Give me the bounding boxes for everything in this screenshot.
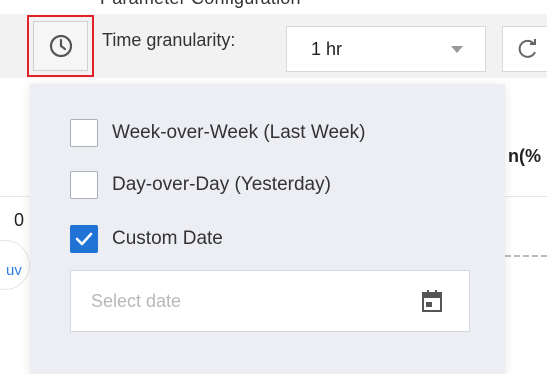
granularity-label: Time granularity: bbox=[102, 30, 236, 50]
checkmark-icon bbox=[75, 232, 93, 246]
option-day-over-day[interactable]: Day-over-Day (Yesterday) bbox=[70, 169, 331, 201]
option-week-over-week[interactable]: Week-over-Week (Last Week) bbox=[70, 117, 365, 149]
link-fragment[interactable]: uv bbox=[6, 262, 22, 279]
date-placeholder: Select date bbox=[91, 291, 182, 311]
checkbox-day-over-day[interactable] bbox=[70, 171, 98, 199]
refresh-icon bbox=[518, 39, 536, 58]
checkbox-week-over-week[interactable] bbox=[70, 119, 98, 147]
cell-value-fragment: 0 bbox=[14, 210, 25, 230]
granularity-select[interactable]: 1 hr bbox=[286, 26, 486, 72]
column-header-fragment: n(% bbox=[508, 146, 541, 166]
dashed-line bbox=[505, 255, 547, 257]
time-compare-panel: Week-over-Week (Last Week) Day-over-Day … bbox=[30, 84, 505, 374]
page-title: Parameter Configuration bbox=[100, 0, 301, 9]
time-compare-button[interactable] bbox=[27, 15, 94, 77]
option-label: Day-over-Day (Yesterday) bbox=[112, 174, 331, 195]
calendar-icon[interactable] bbox=[421, 289, 443, 313]
table-divider bbox=[0, 196, 30, 197]
option-label: Custom Date bbox=[112, 228, 223, 249]
option-custom-date[interactable]: Custom Date bbox=[70, 223, 223, 255]
chevron-down-icon bbox=[451, 46, 463, 53]
clock-icon bbox=[49, 34, 72, 58]
checkbox-custom-date[interactable] bbox=[70, 225, 98, 253]
refresh-button[interactable] bbox=[502, 26, 547, 72]
granularity-value: 1 hr bbox=[311, 39, 343, 59]
table-divider bbox=[505, 196, 547, 197]
date-input[interactable]: Select date bbox=[70, 270, 470, 332]
option-label: Week-over-Week (Last Week) bbox=[112, 122, 366, 143]
